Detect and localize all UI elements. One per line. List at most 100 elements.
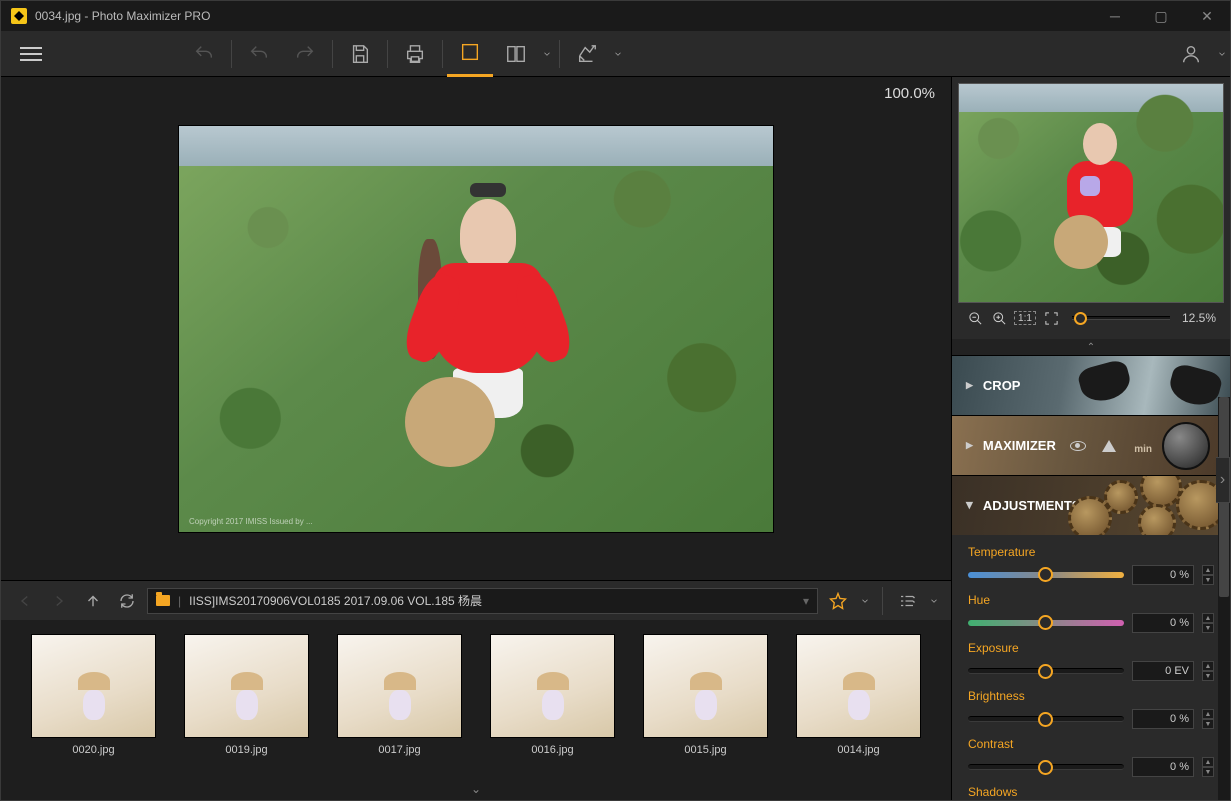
adjustment-row: Contrast 0 % ▲▼ [968, 737, 1214, 777]
adjustment-row: Brightness 0 % ▲▼ [968, 689, 1214, 729]
expand-icon: ▶ [966, 440, 973, 451]
zoom-in-button[interactable] [990, 309, 1008, 327]
collapse-icon: ▶ [964, 502, 975, 509]
side-panel: 1:1 12.5% ⌃ ▶ CROP ▶ MAXIMIZER min m ▶ A… [951, 77, 1230, 800]
zoom-label: 100.0% [884, 85, 935, 102]
adjustment-value[interactable]: 0 % [1132, 565, 1194, 585]
adjustment-row: Shadows0 %▲▼ [968, 785, 1214, 800]
adjustment-label: Temperature [968, 545, 1214, 559]
path-text: IISS]IMS20170906VOL0185 2017.09.06 VOL.1… [189, 592, 482, 609]
list-options-button[interactable] [893, 587, 921, 615]
panel-crop-label: CROP [983, 378, 1021, 393]
print-button[interactable] [392, 31, 438, 77]
thumbnail[interactable]: 0015.jpg [643, 634, 768, 756]
maximize-button[interactable]: ▢ [1138, 1, 1184, 31]
nav-back-button[interactable] [11, 587, 39, 615]
thumbstrip-toggle[interactable]: ⌄ [471, 782, 481, 796]
favorite-dropdown[interactable] [858, 587, 872, 615]
visibility-icon[interactable] [1070, 441, 1086, 451]
thumbnail[interactable]: 0020.jpg [31, 634, 156, 756]
undo-alt-button[interactable] [236, 31, 282, 77]
dial-min-label: min [1134, 444, 1152, 455]
zoom-actual-button[interactable]: 1:1 [1014, 311, 1036, 325]
view-dropdown[interactable] [539, 31, 555, 77]
thumbnail-strip: 0020.jpg 0019.jpg 0017.jpg 0016.jpg 0015.jpg… [1, 620, 951, 800]
adjustment-slider[interactable] [968, 620, 1124, 626]
account-button[interactable] [1168, 31, 1214, 77]
spin-down[interactable]: ▼ [1202, 767, 1214, 777]
close-button[interactable]: ✕ [1184, 1, 1230, 31]
adjustment-label: Brightness [968, 689, 1214, 703]
preview-zoom-slider[interactable] [1072, 316, 1170, 320]
folder-icon [156, 595, 170, 606]
panel-adjustments[interactable]: ▶ ADJUSTMENTS [952, 475, 1230, 535]
browser-bar: | IISS]IMS20170906VOL0185 2017.09.06 VOL… [1, 580, 951, 620]
undo-button[interactable] [181, 31, 227, 77]
adjustment-value[interactable]: 0 % [1132, 709, 1194, 729]
zoom-out-button[interactable] [966, 309, 984, 327]
main-image[interactable]: Copyright 2017 IMISS Issued by ... [178, 125, 774, 533]
watermark: Copyright 2017 IMISS Issued by ... [189, 517, 313, 526]
expand-icon: ▶ [966, 380, 973, 391]
spin-down[interactable]: ▼ [1202, 623, 1214, 633]
spin-up[interactable]: ▲ [1202, 757, 1214, 767]
canvas-area[interactable]: 100.0% Copyright 2017 IMISS Issued by ..… [1, 77, 951, 580]
spin-down[interactable]: ▼ [1202, 575, 1214, 585]
preview-zoom-label: 12.5% [1182, 311, 1216, 325]
nav-up-button[interactable] [79, 587, 107, 615]
spin-up[interactable]: ▲ [1202, 565, 1214, 575]
thumbnail-name: 0015.jpg [684, 744, 726, 756]
adjustments-list: Temperature0 %▲▼Hue0 %▲▼Exposure0 EV▲▼Br… [952, 535, 1230, 800]
preview-image[interactable] [958, 83, 1224, 303]
spin-down[interactable]: ▼ [1202, 671, 1214, 681]
thumbnail-name: 0014.jpg [837, 744, 879, 756]
nav-forward-button[interactable] [45, 587, 73, 615]
single-view-button[interactable] [447, 31, 493, 77]
thumbnail[interactable]: 0014.jpg [796, 634, 921, 756]
spin-up[interactable]: ▲ [1202, 613, 1214, 623]
side-flyout-toggle[interactable]: › [1216, 457, 1230, 503]
adjustment-value[interactable]: 0 % [1132, 613, 1194, 633]
panel-maximizer-label: MAXIMIZER [983, 438, 1056, 453]
adjustment-label: Hue [968, 593, 1214, 607]
nav-refresh-button[interactable] [113, 587, 141, 615]
zoom-fit-button[interactable] [1042, 309, 1060, 327]
toolbar [1, 31, 1230, 77]
compare-view-button[interactable] [493, 31, 539, 77]
thumbnail-name: 0019.jpg [225, 744, 267, 756]
panel-maximizer[interactable]: ▶ MAXIMIZER min m [952, 415, 1230, 475]
favorite-button[interactable] [824, 587, 852, 615]
app-icon [11, 8, 27, 24]
adjustment-row: Exposure0 EV▲▼ [968, 641, 1214, 681]
minimize-button[interactable]: ─ [1092, 1, 1138, 31]
save-button[interactable] [337, 31, 383, 77]
adjustment-row: Hue 0 % ▲▼ [968, 593, 1214, 633]
thumbnail[interactable]: 0019.jpg [184, 634, 309, 756]
thumbnail[interactable]: 0017.jpg [337, 634, 462, 756]
spin-up[interactable]: ▲ [1202, 709, 1214, 719]
thumbnail[interactable]: 0016.jpg [490, 634, 615, 756]
share-dropdown[interactable] [610, 31, 626, 77]
menu-button[interactable] [1, 31, 61, 76]
adjustment-label: Shadows [968, 785, 1214, 799]
adjustment-row: Temperature 0 % ▲▼ [968, 545, 1214, 585]
account-dropdown[interactable] [1214, 31, 1230, 77]
share-button[interactable] [564, 31, 610, 77]
spin-up[interactable]: ▲ [1202, 661, 1214, 671]
preview-toggle[interactable]: ⌃ [952, 339, 1230, 355]
redo-button[interactable] [282, 31, 328, 77]
adjustment-slider[interactable] [968, 764, 1124, 770]
spin-down[interactable]: ▼ [1202, 719, 1214, 729]
panel-crop[interactable]: ▶ CROP [952, 355, 1230, 415]
thumbnail-name: 0017.jpg [378, 744, 420, 756]
adjustment-slider[interactable] [968, 572, 1124, 578]
adjustment-slider[interactable] [968, 716, 1124, 722]
path-box[interactable]: | IISS]IMS20170906VOL0185 2017.09.06 VOL… [147, 588, 818, 614]
window-title: 0034.jpg - Photo Maximizer PRO [35, 9, 210, 23]
adjustment-value[interactable]: 0 % [1132, 757, 1194, 777]
adjustment-value[interactable]: 0 EV [1132, 661, 1194, 681]
adjustment-label: Contrast [968, 737, 1214, 751]
titlebar: 0034.jpg - Photo Maximizer PRO ─ ▢ ✕ [1, 1, 1230, 31]
adjustment-slider[interactable] [968, 668, 1124, 674]
list-options-dropdown[interactable] [927, 587, 941, 615]
